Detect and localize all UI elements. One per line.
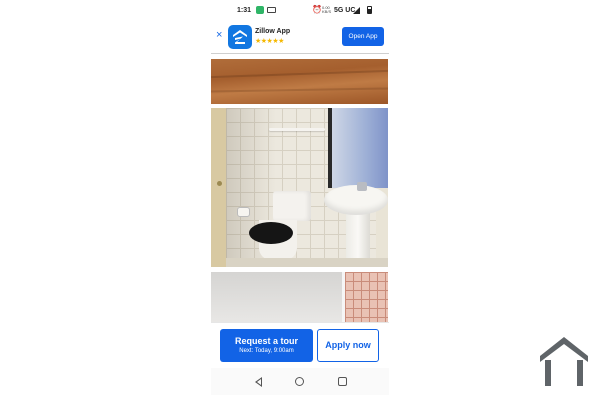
photo-icon [267, 7, 276, 13]
signal-icon [353, 7, 360, 14]
recents-icon[interactable] [338, 377, 347, 386]
floor-grain [211, 87, 388, 93]
window-blinds [345, 272, 388, 322]
mirror [332, 108, 388, 188]
bathroom-door [211, 108, 226, 267]
action-bar: Request a tour Next: Today, 9:00am Apply… [211, 322, 389, 368]
request-tour-label: Request a tour [234, 336, 298, 346]
house-outline-icon [537, 334, 591, 388]
ad-app-name: Zillow App [255, 28, 291, 35]
towel-rod [269, 128, 325, 131]
door-knob [217, 181, 222, 186]
close-icon[interactable]: × [216, 29, 222, 41]
app-install-banner: × Zillow App ★★★★★ Open App [211, 22, 389, 52]
battery-icon [367, 6, 372, 14]
room-wall-photo[interactable] [211, 272, 388, 322]
sink-basin [324, 185, 388, 215]
network-speed: 0.00 KB/S [322, 5, 332, 14]
phone-screen: 1:31 ⏰ 0.00 KB/S 5G UC × Zillow App ★★★★… [211, 0, 389, 395]
apply-now-button[interactable]: Apply now [317, 329, 379, 362]
back-icon[interactable] [255, 377, 262, 387]
system-nav-bar [211, 368, 389, 395]
toilet-seat [249, 222, 293, 244]
bathroom-floor [226, 258, 388, 267]
status-time: 1:31 [237, 7, 252, 14]
toilet-tank [273, 191, 311, 221]
toilet-paper-holder [237, 207, 250, 217]
faucet [357, 182, 367, 191]
request-tour-button[interactable]: Request a tour Next: Today, 9:00am [220, 329, 313, 362]
banner-divider [211, 53, 389, 54]
status-bar: 1:31 ⏰ 0.00 KB/S 5G UC [211, 0, 389, 22]
wall-panel [211, 272, 342, 322]
home-icon[interactable] [295, 377, 304, 386]
app-notification-icon [256, 6, 264, 14]
floor-grain [211, 69, 388, 79]
wood-floor-photo[interactable] [211, 59, 388, 104]
open-app-button[interactable]: Open App [342, 27, 384, 46]
alarm-icon: ⏰ [312, 5, 322, 14]
next-tour-time: Next: Today, 9:00am [239, 348, 294, 354]
rating-stars: ★★★★★ [255, 38, 284, 45]
zillow-logo-icon[interactable] [228, 25, 252, 49]
bathroom-photo[interactable] [211, 108, 388, 267]
